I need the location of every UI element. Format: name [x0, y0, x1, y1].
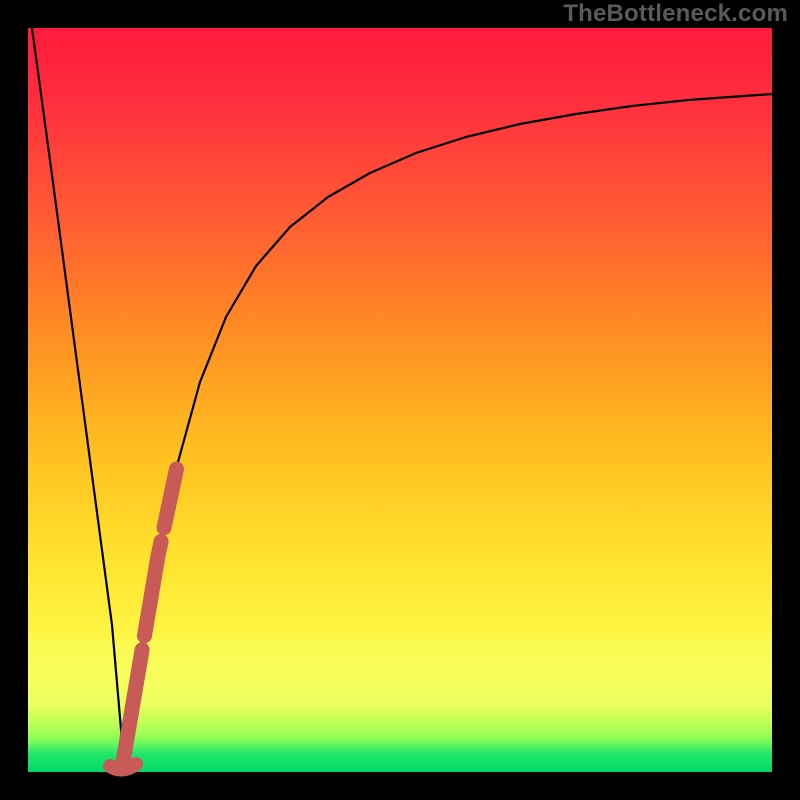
watermark-text: TheBottleneck.com — [563, 0, 788, 28]
highlight-base — [110, 764, 136, 770]
chart-svg — [0, 0, 800, 800]
chart-stage: TheBottleneck.com — [0, 0, 800, 800]
